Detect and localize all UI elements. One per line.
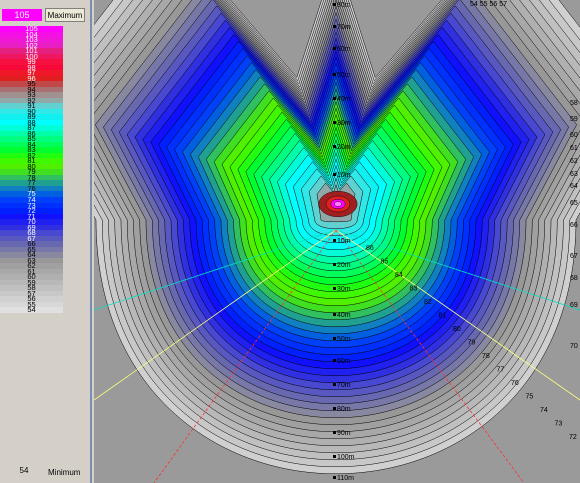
edge-label: 58 (570, 100, 578, 107)
edge-label: 66 (570, 222, 578, 229)
distance-label: 30m (337, 286, 351, 293)
distance-label: 40m (337, 96, 351, 103)
scale-row: 54 (0, 306, 63, 313)
distance-label: 70m (337, 382, 351, 389)
distance-marker (333, 3, 336, 6)
distance-label: 110m (337, 475, 354, 482)
edge-label: 61 (570, 145, 578, 152)
max-value-box: 105 (2, 9, 42, 21)
top-edge-labels: 54 55 56 57 (470, 1, 507, 8)
distance-marker (333, 431, 336, 434)
distance-label: 100m (337, 454, 355, 461)
distance-marker (333, 287, 336, 290)
color-scale: 105 104 103 102 101 100 99 98 97 96 95 94 93 92 91 90 89… (0, 25, 63, 463)
contour-label: 73 (555, 421, 563, 428)
contour-map[interactable]: 80m 70m 60m 50m 40m 30m 20m 10m 10m 20m 30m 40m 50m 6… (94, 0, 580, 483)
contour-label: 78 (482, 353, 490, 360)
contour-label: 81 (439, 313, 447, 320)
contour-label: 75 (526, 394, 534, 401)
distance-marker (333, 239, 336, 242)
edge-label: 68 (570, 275, 578, 282)
maximum-button[interactable]: Maximum (45, 8, 85, 22)
legend-panel: 105 Maximum 105 104 103 102 101 100 99 98 97 96 95… (0, 0, 92, 483)
distance-marker (333, 121, 336, 124)
edge-label: 70 (570, 343, 578, 350)
distance-marker (333, 145, 336, 148)
distance-label: 60m (337, 358, 351, 365)
contour-label: 80 (453, 326, 461, 333)
contour-label: 83 (410, 286, 418, 293)
contour-label: 72 (569, 434, 577, 441)
contour-label: 85 (381, 259, 389, 266)
distance-marker (333, 383, 336, 386)
distance-marker (333, 73, 336, 76)
contour-label: 79 (468, 340, 476, 347)
distance-label: 80m (337, 2, 351, 9)
distance-marker (333, 455, 336, 458)
edge-label: 63 (570, 171, 578, 178)
distance-label: 30m (337, 120, 351, 127)
distance-label: 10m (337, 172, 351, 179)
edge-label: 65 (570, 200, 578, 207)
contour-label: 82 (424, 299, 432, 306)
distance-marker (333, 25, 336, 28)
contour-label: 77 (497, 367, 505, 374)
panel-divider (90, 0, 92, 483)
edge-label: 62 (570, 158, 578, 165)
sound-map-plot[interactable]: 80m 70m 60m 50m 40m 30m 20m 10m 10m 20m 30m 40m 50m 6… (94, 0, 580, 483)
distance-label: 10m (337, 238, 351, 245)
edge-label: 59 (570, 116, 578, 123)
min-value: 54 (19, 466, 29, 475)
hotspot-ring (334, 201, 342, 207)
distance-marker (333, 97, 336, 100)
distance-label: 20m (337, 144, 351, 151)
contour-label: 74 (540, 407, 548, 414)
minimum-label[interactable]: Minimum (48, 468, 80, 477)
app-window: 105 Maximum 105 104 103 102 101 100 99 98 97 96 95… (0, 0, 580, 483)
distance-marker (333, 263, 336, 266)
contour-label: 76 (511, 380, 519, 387)
distance-label: 90m (337, 430, 351, 437)
distance-marker (333, 313, 336, 316)
contour-label: 84 (395, 272, 403, 279)
distance-label: 50m (337, 72, 351, 79)
distance-label: 50m (337, 336, 351, 343)
source-hotspot (318, 190, 358, 217)
distance-marker (333, 359, 336, 362)
contour-label: 86 (366, 245, 374, 252)
distance-label: 60m (337, 46, 351, 53)
distance-marker (333, 47, 336, 50)
edge-label: 69 (570, 302, 578, 309)
distance-marker (333, 476, 336, 479)
distance-marker (333, 173, 336, 176)
distance-label: 70m (337, 24, 351, 31)
distance-label: 40m (337, 312, 351, 319)
distance-label: 20m (337, 262, 351, 269)
distance-marker (333, 407, 336, 410)
edge-label: 60 (570, 132, 578, 139)
edge-label: 64 (570, 183, 578, 190)
distance-marker (333, 337, 336, 340)
edge-label: 67 (570, 253, 578, 260)
distance-label: 80m (337, 406, 351, 413)
